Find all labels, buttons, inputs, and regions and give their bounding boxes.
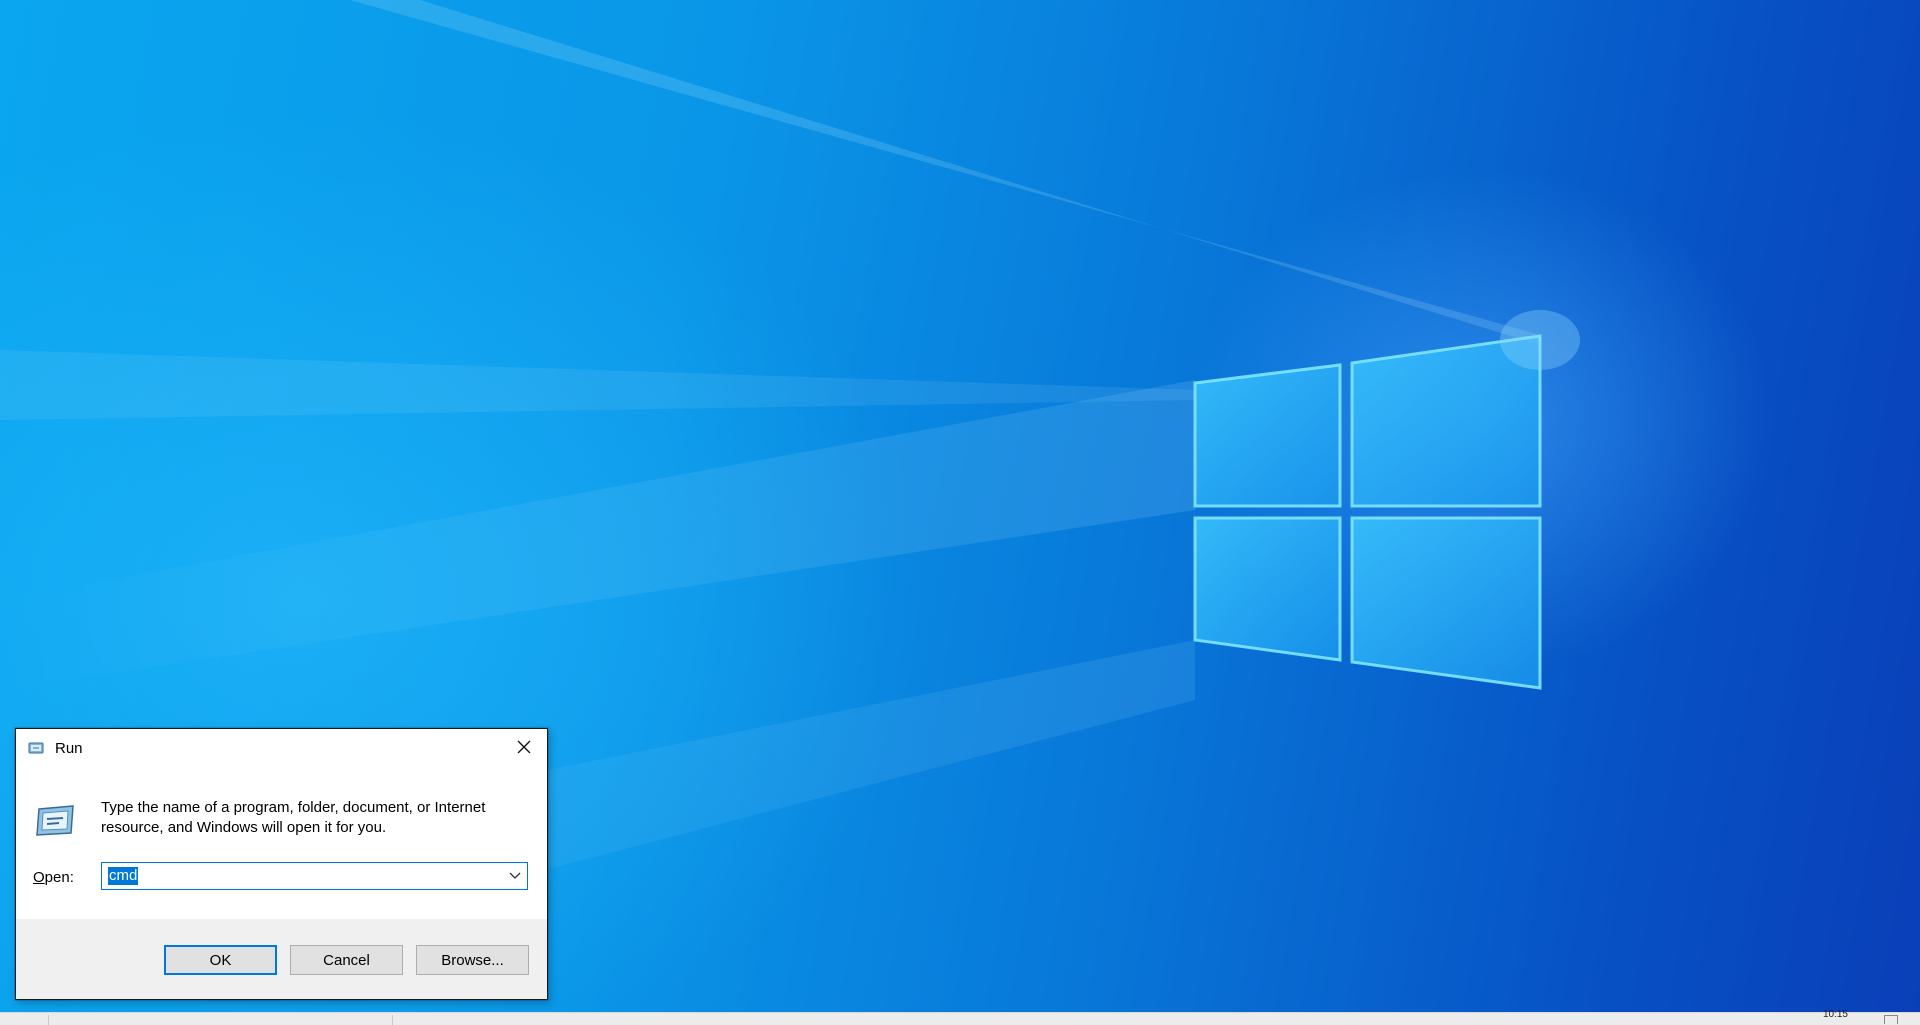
taskbar[interactable]: 10:15 xyxy=(0,1009,1920,1025)
open-label-text: pen: xyxy=(44,869,74,886)
run-icon xyxy=(36,805,74,836)
notification-icon[interactable] xyxy=(1884,1015,1898,1024)
open-input[interactable]: cmd xyxy=(108,867,139,885)
browse-button[interactable]: Browse... xyxy=(416,945,529,975)
run-titlebar[interactable]: Run xyxy=(16,729,547,769)
dialog-title: Run xyxy=(55,740,83,757)
ok-button[interactable]: OK xyxy=(164,945,277,975)
run-icon xyxy=(28,742,44,754)
open-combobox[interactable]: cmd xyxy=(101,862,528,890)
chevron-down-icon xyxy=(509,872,521,879)
close-button[interactable] xyxy=(501,729,547,765)
dialog-description: Type the name of a program, folder, docu… xyxy=(101,799,486,836)
close-icon xyxy=(517,740,531,754)
taskbar-clock[interactable]: 10:15 xyxy=(1823,1009,1848,1020)
cancel-button[interactable]: Cancel xyxy=(290,945,403,975)
open-label-mnemonic: O xyxy=(33,869,45,886)
dropdown-button[interactable] xyxy=(503,863,527,889)
run-dialog[interactable]: Run Type the name of a program, folder, … xyxy=(15,728,548,1000)
open-label: Open: xyxy=(33,869,74,886)
